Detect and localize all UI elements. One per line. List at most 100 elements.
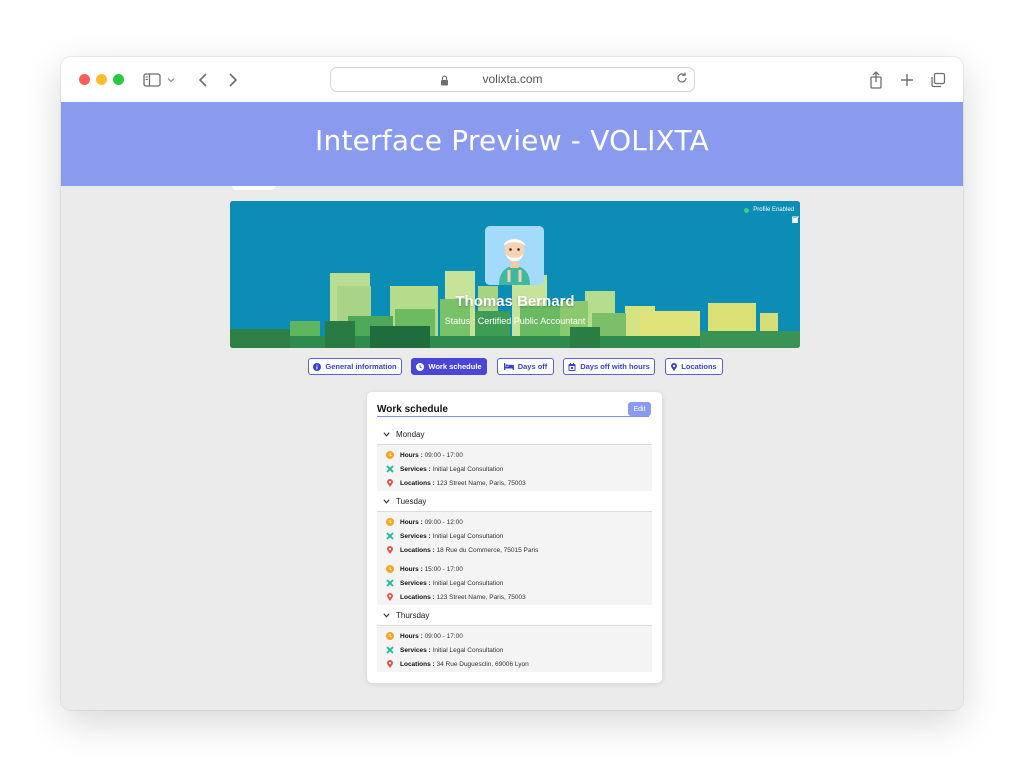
services-value: Initial Legal Consultation [432, 465, 504, 473]
info-icon [313, 362, 322, 371]
clock-icon [386, 451, 394, 459]
tab-general-information[interactable]: General information [308, 358, 402, 375]
services-row: Services : Initial Legal Consultation [386, 646, 503, 654]
services-label: Services : [400, 465, 431, 473]
hours-row: Hours : 09:00 - 17:00 [386, 632, 463, 640]
hours-value: 15:00 - 17:00 [424, 565, 463, 573]
map-pin-icon [386, 479, 394, 487]
day-header-thursday[interactable]: Thursday [383, 611, 429, 620]
profile-status-line: Status : Certified Public Accountant [444, 316, 586, 326]
browser-window: volixta.com Interface Preview - VOLIXTA [61, 57, 963, 710]
hours-value: 09:00 - 12:00 [424, 518, 463, 526]
locations-value: 123 Street Name, Paris, 75003 [436, 593, 526, 601]
hours-row: Hours : 09:00 - 17:00 [386, 451, 463, 459]
chevron-down-icon [383, 499, 390, 504]
locations-row: Locations : 123 Street Name, Paris, 7500… [386, 479, 526, 487]
hours-row: Hours : 15:00 - 17:00 [386, 565, 463, 573]
locations-row: Locations : 123 Street Name, Paris, 7500… [386, 593, 526, 601]
services-icon [386, 532, 394, 540]
profile-status: Profile Enabled [744, 207, 794, 213]
locations-value: 123 Street Name, Paris, 75003 [436, 479, 526, 487]
hidden-tab-stub [232, 186, 275, 190]
clock-icon [386, 565, 394, 573]
day-name: Monday [396, 430, 425, 439]
clock-icon [386, 632, 394, 640]
services-row: Services : Initial Legal Consultation [386, 465, 503, 473]
map-pin-icon [671, 362, 678, 371]
forward-arrow-icon[interactable] [222, 69, 244, 91]
profile-status-text: Profile Enabled [753, 207, 794, 213]
edit-button[interactable]: Edit [628, 402, 651, 416]
services-row: Services : Initial Legal Consultation [386, 532, 503, 540]
locations-row: Locations : 34 Rue Duguesclin, 69006 Lyo… [386, 660, 529, 668]
work-schedule-card: Work schedule Edit Monday Hours : 09:00 … [367, 392, 662, 683]
locations-row: Locations : 18 Rue du Commerce, 75015 Pa… [386, 546, 538, 554]
locations-value: 34 Rue Duguesclin, 69006 Lyon [436, 660, 529, 668]
card-title-underline [377, 416, 649, 417]
browser-toolbar: volixta.com [61, 57, 963, 103]
day-header-monday[interactable]: Monday [383, 430, 424, 439]
chevron-down-icon[interactable] [164, 69, 178, 91]
address-bar[interactable]: volixta.com [330, 67, 695, 92]
services-value: Initial Legal Consultation [432, 532, 504, 540]
tab-overview-icon[interactable] [927, 69, 949, 91]
profile-name: Thomas Bernard [455, 293, 575, 310]
map-pin-icon [386, 546, 394, 554]
hours-label: Hours : [400, 632, 423, 640]
services-label: Services : [400, 532, 431, 540]
minimize-window-button[interactable] [96, 74, 107, 85]
page-header-banner: Interface Preview - VOLIXTA [61, 102, 963, 186]
card-title: Work schedule [377, 404, 448, 415]
locations-label: Locations : [400, 546, 435, 554]
hours-value: 09:00 - 17:00 [424, 632, 463, 640]
chevron-down-icon [383, 432, 390, 437]
close-window-button[interactable] [79, 74, 90, 85]
maximize-window-button[interactable] [113, 74, 124, 85]
status-dot-icon [744, 207, 750, 213]
tab-label: Locations [681, 362, 717, 371]
hours-label: Hours : [400, 451, 423, 459]
tab-days-off[interactable]: Days off [497, 358, 554, 375]
hours-row: Hours : 09:00 - 12:00 [386, 518, 463, 526]
tab-work-schedule[interactable]: Work schedule [411, 358, 487, 375]
hours-label: Hours : [400, 518, 423, 526]
schedule-slot: Hours : 09:00 - 12:00 Services : Initial… [377, 512, 652, 605]
profile-hero: Profile Enabled Thomas Bernard Status: … [230, 201, 800, 348]
share-icon[interactable] [865, 69, 887, 91]
services-value: Initial Legal Consultation [432, 646, 504, 654]
day-header-tuesday[interactable]: Tuesday [383, 497, 426, 506]
new-tab-icon[interactable] [896, 69, 918, 91]
tab-label: Work schedule [428, 362, 482, 371]
map-pin-icon [386, 593, 394, 601]
tab-days-off-with-hours[interactable]: Days off with hours [563, 358, 655, 375]
locations-value: 18 Rue du Commerce, 75015 Paris [436, 546, 539, 554]
profile-tabs: General information Work schedule Days o… [61, 358, 963, 376]
services-label: Services : [400, 579, 431, 587]
services-icon [386, 465, 394, 473]
day-name: Tuesday [396, 497, 427, 506]
schedule-slot: Hours : 09:00 - 17:00 Services : Initial… [377, 445, 652, 491]
back-arrow-icon[interactable] [192, 69, 214, 91]
tab-label: General information [325, 362, 397, 371]
page-title: Interface Preview - VOLIXTA [315, 124, 709, 157]
tab-label: Days off with hours [580, 362, 650, 371]
locations-label: Locations : [400, 593, 435, 601]
map-pin-icon [386, 660, 394, 668]
url-text: volixta.com [482, 72, 543, 86]
locations-label: Locations : [400, 660, 435, 668]
clock-icon [416, 362, 425, 371]
avatar [485, 226, 544, 285]
clock-icon [386, 518, 394, 526]
bed-icon [503, 363, 514, 370]
day-name: Thursday [396, 611, 430, 620]
services-row: Services : Initial Legal Consultation [386, 579, 503, 587]
tab-locations[interactable]: Locations [665, 358, 723, 375]
services-value: Initial Legal Consultation [432, 579, 504, 587]
calendar-icon [568, 362, 576, 371]
sidebar-toggle-icon[interactable] [141, 69, 163, 91]
services-icon [386, 646, 394, 654]
services-label: Services : [400, 646, 431, 654]
tab-label: Days off [517, 362, 548, 371]
reload-icon[interactable] [675, 71, 689, 90]
hours-value: 09:00 - 17:00 [424, 451, 463, 459]
